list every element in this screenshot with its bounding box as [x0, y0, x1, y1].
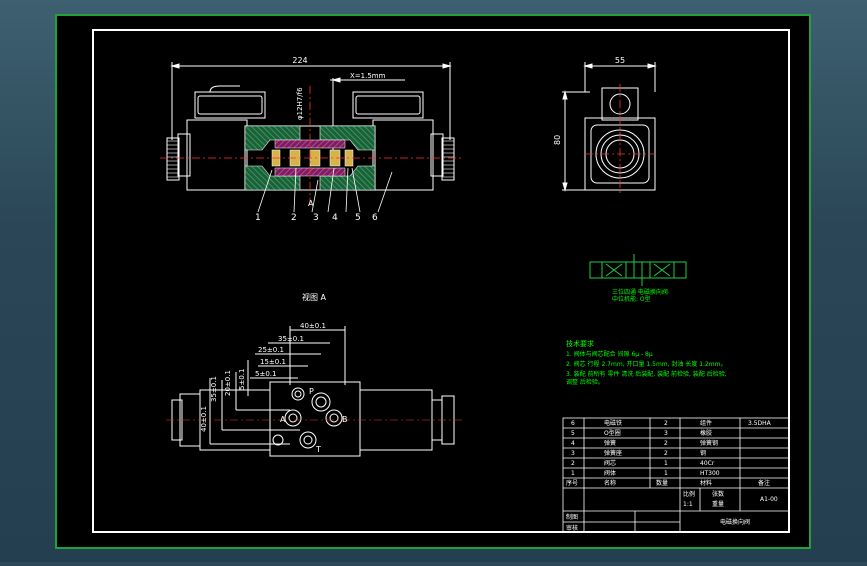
port-p: P — [309, 387, 314, 396]
fit-dim: φ12H7/f6 — [296, 87, 304, 120]
view-a-title: 视图 A — [302, 292, 327, 302]
port-t: T — [315, 445, 321, 454]
row-5-no: 2 — [571, 460, 575, 467]
row-2-name: O型圈 — [604, 429, 621, 437]
dim-35: 35±0.1 — [278, 335, 304, 343]
row-6-name: 阀体 — [604, 469, 616, 477]
vdim-5: 5±0.1 — [238, 369, 246, 390]
row-5-name: 阀芯 — [604, 459, 616, 467]
row-6-mat: HT300 — [700, 470, 720, 477]
symbol-caption-2: 中位机能: O型 — [612, 295, 651, 303]
hdr-no: 序号 — [566, 479, 578, 487]
tb-title: 电磁换向阀 — [720, 518, 750, 526]
row-2-mat: 橡胶 — [700, 429, 712, 437]
port-a: A — [280, 415, 286, 424]
drawing-canvas: 224 X=1.5mm φ12H7/f6 1 2 A 3 4 5 6 55 80… — [55, 14, 811, 549]
row-3-no: 4 — [571, 440, 575, 447]
tech-note-1: 1. 阀体与阀芯配合 间隙 6μ - 8μ — [566, 350, 653, 358]
tb-sheet-label: 张数 — [712, 490, 724, 498]
row-1-name: 电磁铁 — [604, 419, 622, 427]
tech-note-3: 3. 装配 前所有 零件 清洗 后装配, 装配 前检验, 装配 后检验, — [566, 370, 727, 378]
dim-15: 15±0.1 — [260, 358, 286, 366]
row-3-qty: 2 — [664, 440, 668, 447]
dim-40: 40±0.1 — [300, 322, 326, 330]
row-1-no: 6 — [571, 420, 575, 427]
hdr-note: 备注 — [758, 479, 770, 487]
vdim-20: 20±0.1 — [224, 370, 232, 396]
tb-checked-by: 审核 — [566, 524, 578, 532]
tech-notes-title: 技术要求 — [566, 339, 594, 348]
row-2-no: 5 — [571, 430, 575, 437]
view-a-width-dim: 40±0.1 — [200, 406, 208, 432]
side-width-dim: 55 — [615, 56, 625, 65]
row-2-qty: 3 — [664, 430, 668, 437]
callout-4: 4 — [332, 213, 338, 223]
row-4-qty: 2 — [664, 450, 668, 457]
hdr-qty: 数量 — [656, 479, 668, 487]
row-1-mat: 组件 — [700, 419, 712, 427]
callout-3: 3 — [313, 213, 319, 223]
stroke-dim: X=1.5mm — [350, 72, 386, 80]
dim-25: 25±0.1 — [258, 346, 284, 354]
overall-width-dim: 224 — [292, 56, 307, 65]
row-6-no: 1 — [571, 470, 575, 477]
tech-note-2: 2. 阀芯 行程 2.7mm, 开口量 1.5mm, 封油 长度 1.2mm。 — [566, 360, 727, 368]
tb-weight-label: 重量 — [712, 500, 724, 508]
port-b: B — [342, 415, 348, 424]
hdr-mat: 材料 — [700, 479, 712, 487]
symbol-caption-1: 三位四通 电磁换向阀 — [612, 288, 668, 296]
callout-5: 5 — [355, 213, 361, 223]
side-height-dim: 80 — [553, 135, 562, 145]
tb-drawn-by: 制图 — [566, 513, 578, 521]
row-4-mat: 钢 — [700, 449, 706, 457]
row-4-no: 3 — [571, 450, 575, 457]
row-6-qty: 1 — [664, 470, 668, 477]
vdim-35: 35±0.1 — [210, 376, 218, 402]
row-5-qty: 1 — [664, 460, 668, 467]
row-1-qty: 2 — [664, 420, 668, 427]
callout-6: 6 — [372, 213, 378, 223]
tech-note-4: 调整 后检验。 — [566, 378, 604, 386]
row-4-name: 弹簧座 — [604, 449, 622, 457]
callout-a: A — [308, 199, 314, 208]
callout-1: 1 — [255, 213, 261, 223]
row-3-mat: 弹簧钢 — [700, 439, 718, 447]
tb-scale-label: 比例 — [683, 490, 695, 498]
callout-2: 2 — [291, 213, 297, 223]
tb-drawing-no: A1-00 — [760, 496, 778, 503]
row-5-mat: 40Cr — [700, 460, 715, 467]
row-1-note: 3.5DHA — [748, 420, 772, 427]
hdr-name: 名称 — [604, 479, 616, 487]
row-3-name: 弹簧 — [604, 439, 616, 447]
tb-scale-value: 1:1 — [683, 501, 693, 508]
cad-window: 224 X=1.5mm φ12H7/f6 1 2 A 3 4 5 6 55 80… — [0, 0, 867, 562]
dim-5: 5±0.1 — [255, 370, 276, 378]
